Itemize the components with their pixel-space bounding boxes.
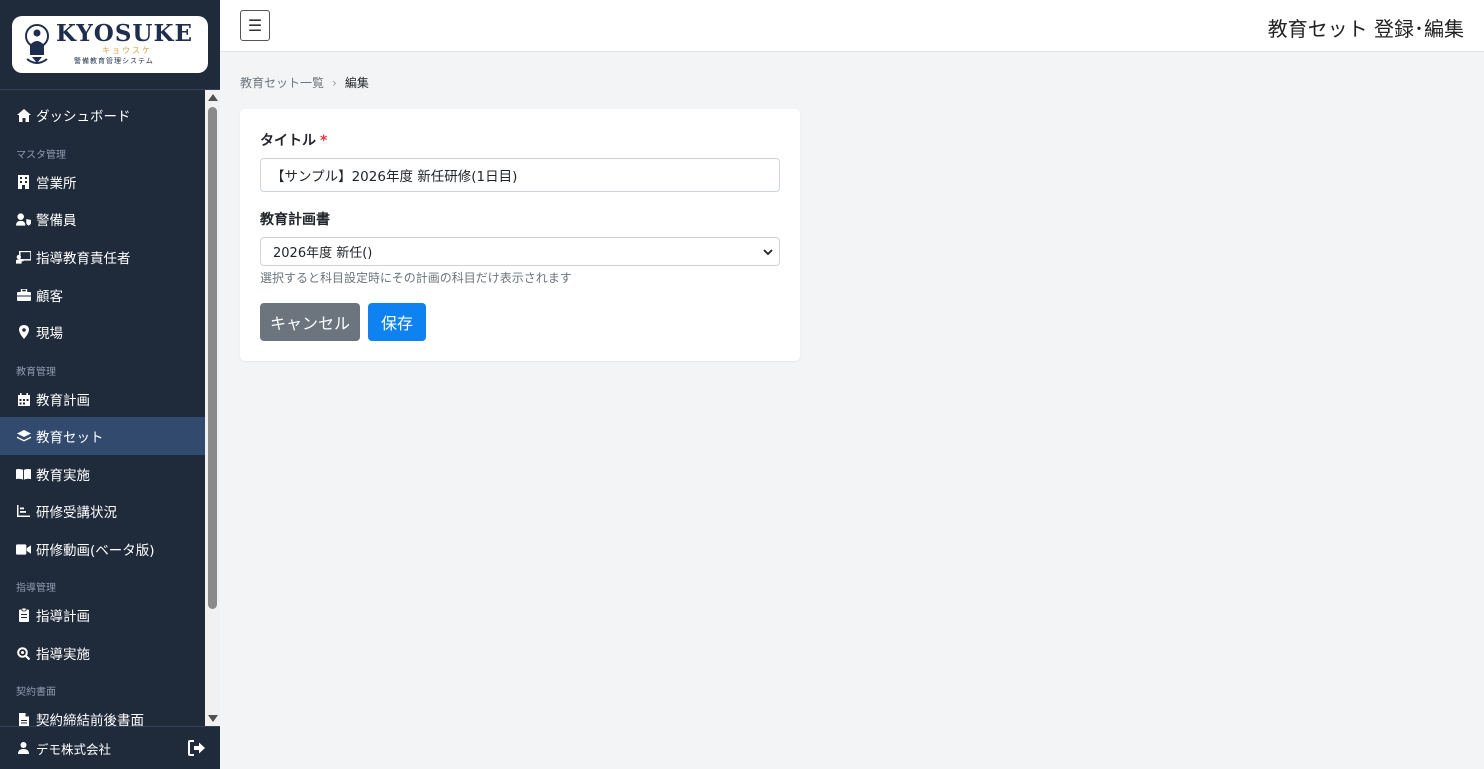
sidebar-item-education-implementation[interactable]: 教育実施 [0,455,205,493]
title-input[interactable] [260,158,780,192]
education-plan-help-text: 選択すると科目設定時にその計画の科目だけ表示されます [260,271,572,285]
cancel-button[interactable]: キャンセル [260,303,360,341]
sidebar: KYOSUKE キョウスケ 警備教育管理システム ダッシュボード マスタ管理 営… [0,0,220,769]
sidebar-item-label: 契約締結前後書面 [36,713,144,726]
book-open-icon [16,467,31,482]
sidebar-item-label: 顧客 [36,289,63,305]
sidebar-item-sites[interactable]: 現場 [0,313,205,351]
sidebar-item-offices[interactable]: 営業所 [0,163,205,201]
title-label-text: タイトル [260,133,316,149]
guard-emblem-icon [25,24,49,64]
menu-toggle-button[interactable]: ☰ [240,10,270,41]
section-guidance: 指導管理 [16,583,56,594]
sidebar-item-label: ダッシュボード [36,109,131,125]
breadcrumb-link-education-set-list[interactable]: 教育セット一覧 [240,74,324,91]
chalkboard-teacher-icon [16,250,31,265]
building-icon [16,175,31,190]
sidebar-item-label: 指導教育責任者 [36,251,131,267]
scroll-down-arrow-icon[interactable] [208,715,218,722]
sidebar-item-label: 営業所 [36,176,77,192]
sidebar-scrollbar[interactable] [205,90,220,726]
breadcrumb-separator: › [332,75,337,90]
chevron-down-icon [763,249,773,256]
breadcrumb: 教育セット一覧 › 編集 [240,74,369,91]
scroll-up-arrow-icon[interactable] [208,94,218,101]
chart-bar-icon [16,504,31,519]
education-plan-selected-value: 2026年度 新任() [273,246,373,261]
sidebar-item-label: 指導実施 [36,647,90,663]
sidebar-item-education-plan[interactable]: 教育計画 [0,380,205,418]
sidebar-item-guidance-plan[interactable]: 指導計画 [0,596,205,634]
logo-main-text: KYOSUKE [56,20,194,47]
sidebar-item-label: 教育実施 [36,468,90,484]
sidebar-item-label: 指導計画 [36,609,90,625]
education-plan-select[interactable]: 2026年度 新任() [260,237,780,266]
sidebar-item-instructors[interactable]: 指導教育責任者 [0,238,205,276]
sidebar-item-label: 研修受講状況 [36,505,117,521]
logo-area: KYOSUKE キョウスケ 警備教育管理システム [0,0,220,90]
logo-kana-text: キョウスケ [102,46,152,55]
sidebar-item-guidance-implementation[interactable]: 指導実施 [0,634,205,672]
required-mark: * [320,133,328,149]
sidebar-item-training-status[interactable]: 研修受講状況 [0,492,205,530]
breadcrumb-current: 編集 [344,76,369,90]
sidebar-item-dashboard[interactable]: ダッシュボード [0,96,205,134]
user-name: デモ株式会社 [36,741,112,757]
sidebar-item-label: 現場 [36,326,63,342]
sidebar-item-label: 研修動画(ベータ版) [36,543,155,559]
section-education: 教育管理 [16,367,56,378]
plan-field-label: 教育計画書 [260,212,330,228]
briefcase-icon [16,288,31,303]
logout-icon[interactable] [188,740,206,756]
title-field-label: タイトル * [260,130,327,150]
logo[interactable]: KYOSUKE キョウスケ 警備教育管理システム [12,16,208,73]
file-icon [16,712,31,727]
user-shield-icon [16,212,31,227]
user-icon [16,741,31,756]
save-button[interactable]: 保存 [368,303,426,341]
sidebar-item-training-video[interactable]: 研修動画(ベータ版) [0,530,205,568]
edit-form-card: タイトル* 教育計画書 2026年度 新任() 選択すると科目設定時にその計画の… [240,109,800,361]
top-bar: ☰ 教育セット 登録･編集 [220,0,1484,52]
sidebar-item-contract-documents[interactable]: 契約締結前後書面 [0,700,205,726]
scroll-thumb[interactable] [208,107,217,609]
clipboard-icon [16,608,31,623]
section-master: マスタ管理 [16,150,66,161]
sidebar-item-label: 警備員 [36,213,77,229]
sidebar-item-guards[interactable]: 警備員 [0,200,205,238]
layers-icon [16,429,31,444]
sidebar-item-label: 教育セット [36,430,104,446]
search-icon [16,646,31,661]
sidebar-item-customers[interactable]: 顧客 [0,276,205,314]
page-title: 教育セット 登録･編集 [1267,17,1464,41]
video-icon [16,542,31,557]
sidebar-item-education-set[interactable]: 教育セット [0,417,205,455]
section-contract: 契約書面 [16,687,56,698]
user-bar: デモ株式会社 [0,726,220,769]
sidebar-item-label: 教育計画 [36,393,90,409]
sidebar-nav: ダッシュボード マスタ管理 営業所 警備員 指導教育責任者 顧客 現場 教育管理… [0,90,205,726]
home-icon [16,108,31,123]
map-marker-icon [16,325,31,340]
calendar-icon [16,392,31,407]
logo-sub-text: 警備教育管理システム [74,57,154,65]
